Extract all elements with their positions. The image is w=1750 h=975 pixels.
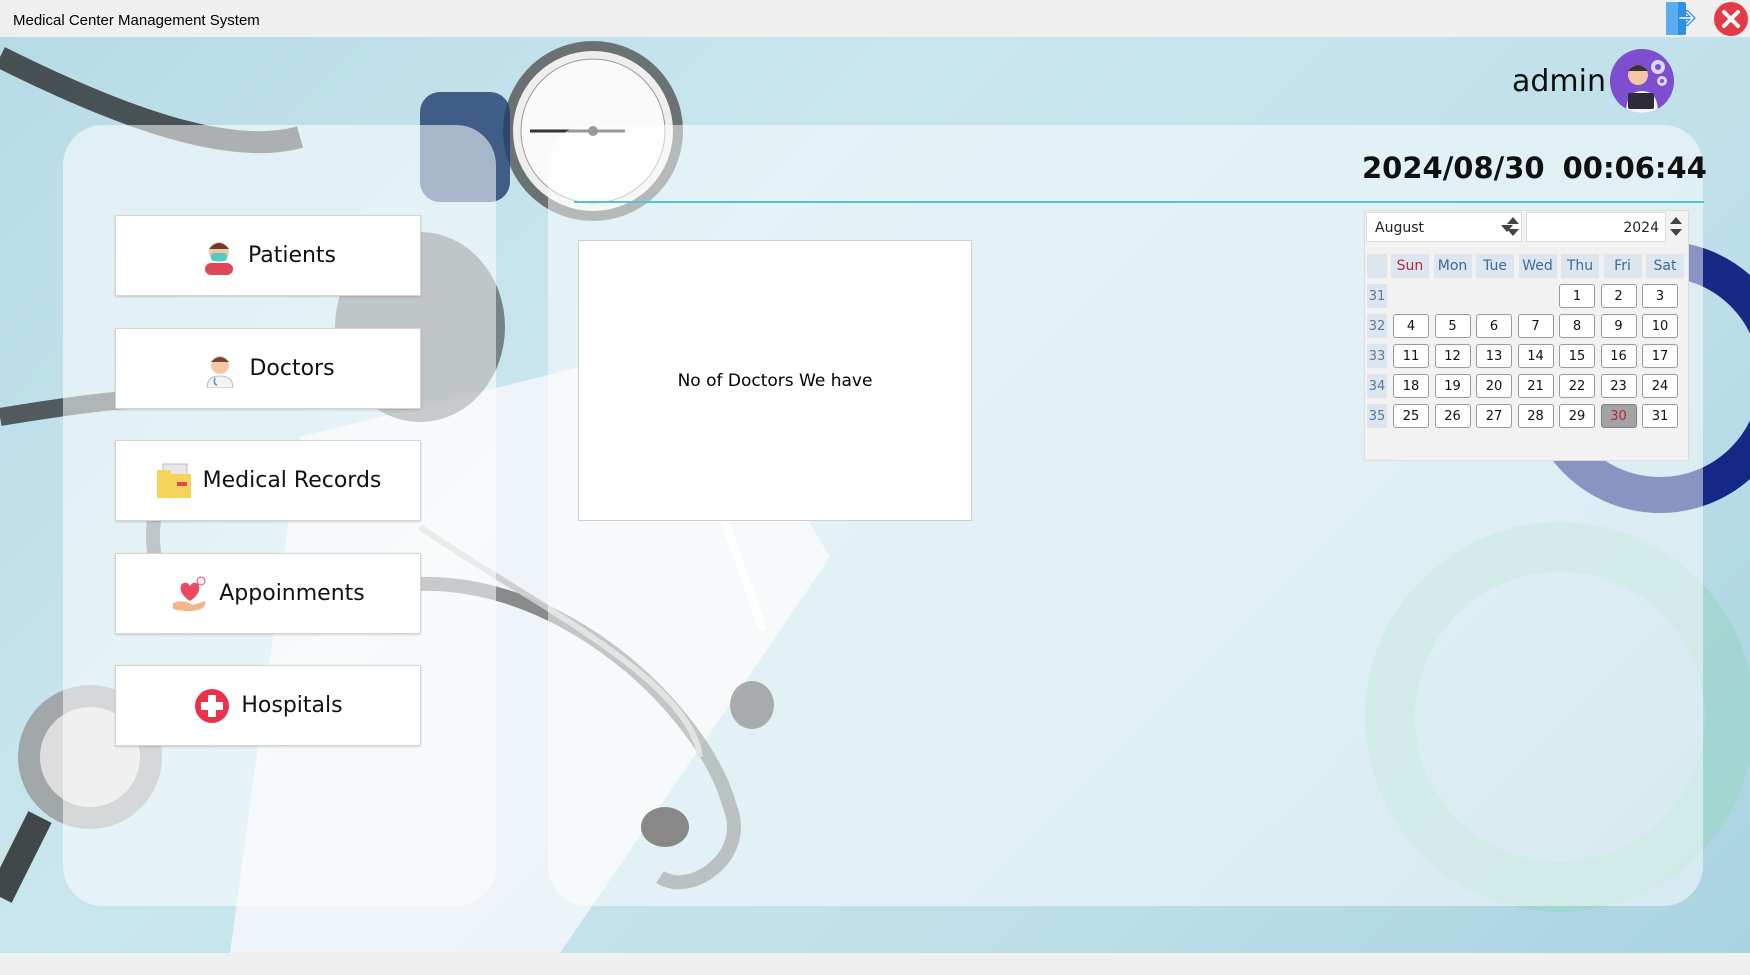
day-cell-empty: [1518, 284, 1554, 308]
day-cell[interactable]: 30: [1600, 404, 1637, 428]
day-cell[interactable]: 1: [1559, 284, 1595, 308]
day-cell[interactable]: 22: [1559, 374, 1595, 398]
day-header: Tue: [1476, 254, 1514, 278]
admin-avatar-icon: [1610, 49, 1674, 113]
calendar-weeks: 31 1 2 3 32 4 5 6 7 8 9 10 33 11 12 13 14 15 16 17 34 18 19 20 2…: [1367, 281, 1689, 431]
date-label: 2024/08/30: [1362, 151, 1545, 185]
appointments-button[interactable]: Appoinments: [115, 553, 421, 634]
day-cell[interactable]: 3: [1642, 284, 1678, 308]
spin-up-icon[interactable]: [1670, 217, 1682, 224]
year-spinner[interactable]: [1667, 212, 1685, 242]
day-cell[interactable]: 29: [1559, 404, 1595, 428]
week-number: 35: [1367, 404, 1387, 428]
week-number: 32: [1367, 314, 1387, 338]
day-cell[interactable]: 26: [1434, 404, 1471, 428]
window-title: Medical Center Management System: [13, 12, 260, 29]
day-cell-empty: [1476, 284, 1512, 308]
patient-icon: [204, 241, 233, 275]
patients-label: Patients: [247, 243, 337, 268]
day-cell-empty: [1393, 284, 1429, 308]
close-icon: [1714, 2, 1748, 36]
doctors-count-card: No of Doctors We have: [578, 240, 972, 521]
medical-records-label: Medical Records: [202, 468, 382, 493]
day-cell[interactable]: 13: [1476, 344, 1512, 368]
logout-icon: [1666, 2, 1696, 35]
calendar-widget: August 2024 Sun Mon Tue Wed Thu Fri Sat …: [1364, 210, 1689, 461]
doctor-icon: [206, 355, 234, 388]
datetime-display: 2024/08/30 00:06:44: [1362, 151, 1707, 185]
day-cell[interactable]: 18: [1393, 374, 1429, 398]
heart-hand-icon: [173, 576, 206, 611]
day-cell[interactable]: 2: [1600, 284, 1637, 308]
month-select[interactable]: August: [1366, 212, 1522, 242]
day-header: Thu: [1561, 254, 1599, 278]
calendar-grid: Sun Mon Tue Wed Thu Fri Sat 31 1 2 3 32 4 5 6 7 8…: [1367, 251, 1689, 431]
day-cell[interactable]: 6: [1476, 314, 1512, 338]
day-cell[interactable]: 8: [1559, 314, 1595, 338]
day-cell[interactable]: 14: [1517, 344, 1554, 368]
day-cell[interactable]: 10: [1642, 314, 1678, 338]
spin-down-icon[interactable]: [1670, 229, 1682, 236]
day-header: Sun: [1391, 254, 1429, 278]
day-cell[interactable]: 19: [1434, 374, 1471, 398]
day-cell[interactable]: 5: [1434, 314, 1471, 338]
doctors-count-label: No of Doctors We have: [677, 370, 873, 391]
year-value: 2024: [1623, 220, 1659, 236]
year-field[interactable]: 2024: [1526, 212, 1666, 242]
close-button[interactable]: [1712, 0, 1750, 38]
medical-records-button[interactable]: Medical Records: [115, 440, 421, 521]
patients-button[interactable]: Patients: [115, 215, 421, 296]
appointments-label: Appoinments: [219, 581, 365, 606]
week-row: 33 11 12 13 14 15 16 17: [1367, 341, 1689, 371]
day-cell[interactable]: 28: [1517, 404, 1554, 428]
avatar[interactable]: [1610, 49, 1674, 113]
day-header: Sat: [1646, 254, 1684, 278]
doctors-label: Doctors: [249, 356, 335, 381]
day-header-row: Sun Mon Tue Wed Thu Fri Sat: [1367, 251, 1689, 281]
day-cell[interactable]: 9: [1600, 314, 1637, 338]
week-number: 31: [1367, 284, 1387, 308]
day-cell[interactable]: 27: [1476, 404, 1512, 428]
username-label: admin: [1512, 64, 1606, 99]
status-strip: [0, 953, 1750, 975]
day-cell[interactable]: 21: [1517, 374, 1554, 398]
day-cell[interactable]: 20: [1476, 374, 1512, 398]
month-spinner[interactable]: [1504, 212, 1522, 242]
day-cell[interactable]: 11: [1393, 344, 1429, 368]
header-divider: [574, 201, 1704, 203]
logout-button[interactable]: [1662, 0, 1700, 38]
week-row: 32 4 5 6 7 8 9 10: [1367, 311, 1689, 341]
week-row: 31 1 2 3: [1367, 281, 1689, 311]
week-number: 33: [1367, 344, 1387, 368]
day-header: Fri: [1603, 254, 1642, 278]
day-cell[interactable]: 16: [1600, 344, 1637, 368]
week-header-blank: [1367, 254, 1387, 278]
week-number: 34: [1367, 374, 1387, 398]
day-cell[interactable]: 23: [1600, 374, 1637, 398]
time-label: 00:06:44: [1562, 151, 1707, 185]
day-cell-empty: [1435, 284, 1471, 308]
day-cell[interactable]: 17: [1642, 344, 1678, 368]
day-header: Wed: [1518, 254, 1557, 278]
folder-icon: [156, 463, 191, 498]
day-header: Mon: [1433, 254, 1472, 278]
hospitals-button[interactable]: Hospitals: [115, 665, 421, 746]
week-row: 34 18 19 20 21 22 23 24: [1367, 371, 1689, 401]
day-cell[interactable]: 25: [1393, 404, 1429, 428]
hospital-cross-icon: [195, 688, 230, 723]
day-cell[interactable]: 15: [1559, 344, 1595, 368]
month-value: August: [1375, 220, 1424, 236]
day-cell[interactable]: 4: [1393, 314, 1429, 338]
hospitals-label: Hospitals: [241, 693, 343, 718]
spin-up-icon[interactable]: [1507, 217, 1519, 224]
day-cell[interactable]: 7: [1517, 314, 1554, 338]
week-row: 35 25 26 27 28 29 30 31: [1367, 401, 1689, 431]
day-cell[interactable]: 12: [1434, 344, 1471, 368]
doctors-button[interactable]: Doctors: [115, 328, 421, 409]
day-cell[interactable]: 31: [1642, 404, 1678, 428]
spin-down-icon[interactable]: [1507, 229, 1519, 236]
day-cell[interactable]: 24: [1642, 374, 1678, 398]
title-bar: Medical Center Management System: [0, 0, 1750, 37]
